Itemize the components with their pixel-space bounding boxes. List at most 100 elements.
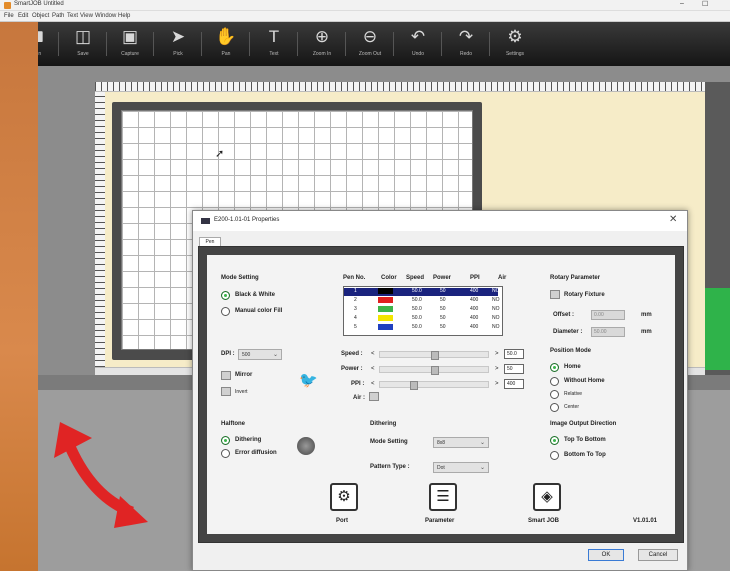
- menu-window[interactable]: Window: [95, 13, 116, 19]
- menu-file[interactable]: File: [4, 13, 14, 19]
- pen-row[interactable]: 2 50.0 50 400 NO: [344, 297, 500, 305]
- zoom-out-button[interactable]: ⊖ Zoom Out: [350, 26, 390, 64]
- main-toolbar: 🖿Open ◫Save ▣Capture ➤Pick ✋Pan TText ⊕Z…: [0, 22, 730, 66]
- center-label: Center: [564, 404, 580, 410]
- chevron-down-icon: ⌄: [479, 440, 485, 446]
- dithering-radio[interactable]: [221, 436, 230, 445]
- zoom-in-icon: ⊕: [314, 27, 330, 46]
- bottom-to-top-label: Bottom To Top: [564, 452, 606, 458]
- chevron-down-icon: ⌄: [479, 465, 485, 471]
- ppi-input[interactable]: 400: [504, 379, 524, 389]
- dither-mode-select[interactable]: 8x8 ⌄: [433, 437, 489, 448]
- center-radio[interactable]: [550, 403, 559, 412]
- pick-button[interactable]: ➤ Pick: [158, 26, 198, 64]
- close-icon[interactable]: ✕: [669, 214, 677, 225]
- speed-label: Speed :: [341, 351, 363, 357]
- save-button[interactable]: ◫ Save: [63, 26, 103, 64]
- maximize-button[interactable]: ☐: [702, 0, 708, 8]
- settings-button[interactable]: ⚙ Settings: [495, 26, 535, 64]
- ppi-increase-icon[interactable]: >: [495, 381, 499, 387]
- menu-object[interactable]: Object: [32, 13, 49, 19]
- sliders-icon: ☰: [436, 488, 450, 505]
- ppi-slider-thumb[interactable]: [410, 381, 418, 390]
- error-diffusion-label: Error diffusion: [235, 450, 277, 456]
- speed-increase-icon[interactable]: >: [495, 351, 499, 357]
- ppi-decrease-icon[interactable]: <: [371, 381, 375, 387]
- minimize-button[interactable]: –: [680, 0, 684, 7]
- menu-view[interactable]: View: [80, 13, 93, 19]
- menu-edit[interactable]: Edit: [18, 13, 28, 19]
- top-to-bottom-label: Top To Bottom: [564, 437, 606, 443]
- power-slider[interactable]: [379, 366, 489, 375]
- port-button[interactable]: ⚙: [330, 483, 358, 511]
- double-arrow-icon: [54, 422, 148, 528]
- speed-decrease-icon[interactable]: <: [371, 351, 375, 357]
- chevron-down-icon: ⌄: [272, 352, 278, 358]
- invert-checkbox[interactable]: [221, 387, 231, 396]
- vertical-ruler: [95, 92, 105, 367]
- dialog-title: E200-1.01-01 Properties: [214, 217, 280, 223]
- power-slider-thumb[interactable]: [431, 366, 439, 375]
- properties-dialog: E200-1.01-01 Properties ✕ Pen Mode Setti…: [192, 210, 688, 571]
- dpi-select[interactable]: 500 ⌄: [238, 349, 282, 360]
- error-diffusion-radio[interactable]: [221, 449, 230, 458]
- rotary-fixture-checkbox[interactable]: [550, 290, 560, 299]
- mirror-checkbox[interactable]: [221, 371, 231, 380]
- top-to-bottom-radio[interactable]: [550, 436, 559, 445]
- color-swatch: [378, 288, 393, 294]
- position-mode-title: Position Mode: [550, 348, 591, 354]
- menu-path[interactable]: Path: [52, 13, 64, 19]
- pen-no-header: Pen No.: [343, 275, 366, 281]
- home-radio[interactable]: [550, 363, 559, 372]
- bw-radio[interactable]: [221, 291, 230, 300]
- pattern-type-select[interactable]: Dot ⌄: [433, 462, 489, 473]
- manual-color-radio[interactable]: [221, 307, 230, 316]
- pan-button[interactable]: ✋ Pan: [206, 26, 246, 64]
- parameter-button[interactable]: ☰: [429, 483, 457, 511]
- power-increase-icon[interactable]: >: [495, 366, 499, 372]
- pen-table: 1 50.0 50 400 NO 2 50.0 50 400 NO 3 50.0 50 400 NO 4…: [343, 286, 503, 336]
- smartjob-button[interactable]: ◈: [533, 483, 561, 511]
- speed-input[interactable]: 50.0: [504, 349, 524, 359]
- pen-row[interactable]: 5 50.0 50 400 NO: [344, 324, 500, 332]
- cancel-button[interactable]: Cancel: [638, 549, 678, 561]
- zoom-in-button[interactable]: ⊕ Zoom In: [302, 26, 342, 64]
- app-title: SmartJOB Untitled: [14, 1, 64, 7]
- camera-icon: ▣: [121, 27, 139, 46]
- ppi-slider[interactable]: [379, 381, 489, 390]
- power-input[interactable]: 50: [504, 364, 524, 374]
- without-home-radio[interactable]: [550, 377, 559, 386]
- text-button[interactable]: T Text: [254, 26, 294, 64]
- parameter-label: Parameter: [425, 518, 455, 524]
- air-checkbox[interactable]: [369, 392, 379, 401]
- speed-slider[interactable]: [379, 351, 489, 360]
- speed-slider-thumb[interactable]: [431, 351, 439, 360]
- menu-bar: File Edit Object Path Text View Window H…: [0, 11, 730, 22]
- title-bar: SmartJOB Untitled – ☐: [0, 0, 730, 11]
- offset-unit: mm: [641, 312, 652, 318]
- bottom-to-top-radio[interactable]: [550, 451, 559, 460]
- bw-label: Black & White: [235, 292, 276, 298]
- relative-label: Relative: [564, 391, 583, 397]
- pen-row[interactable]: 1 50.0 50 400 NO: [344, 288, 500, 296]
- save-icon: ◫: [74, 27, 92, 46]
- capture-button[interactable]: ▣ Capture: [110, 26, 150, 64]
- dithering-label: Dithering: [235, 437, 262, 443]
- menu-help[interactable]: Help: [118, 13, 130, 19]
- image-output-title: Image Output Direction: [550, 421, 617, 427]
- dpi-label: DPI :: [221, 351, 235, 357]
- undo-icon: ↶: [410, 27, 426, 46]
- offset-input[interactable]: 0.00: [591, 310, 625, 320]
- diameter-input[interactable]: 50.00: [591, 327, 625, 337]
- redo-button[interactable]: ↷ Redo: [446, 26, 486, 64]
- undo-button[interactable]: ↶ Undo: [398, 26, 438, 64]
- relative-radio[interactable]: [550, 390, 559, 399]
- pen-row[interactable]: 4 50.0 50 400 NO: [344, 315, 500, 323]
- pointer-icon: ➤: [170, 27, 186, 46]
- ok-button[interactable]: OK: [588, 549, 624, 561]
- power-decrease-icon[interactable]: <: [371, 366, 375, 372]
- speed-header: Speed: [406, 275, 425, 281]
- status-indicator: [705, 288, 730, 370]
- pen-row[interactable]: 3 50.0 50 400 NO: [344, 306, 500, 314]
- menu-text[interactable]: Text: [67, 13, 78, 19]
